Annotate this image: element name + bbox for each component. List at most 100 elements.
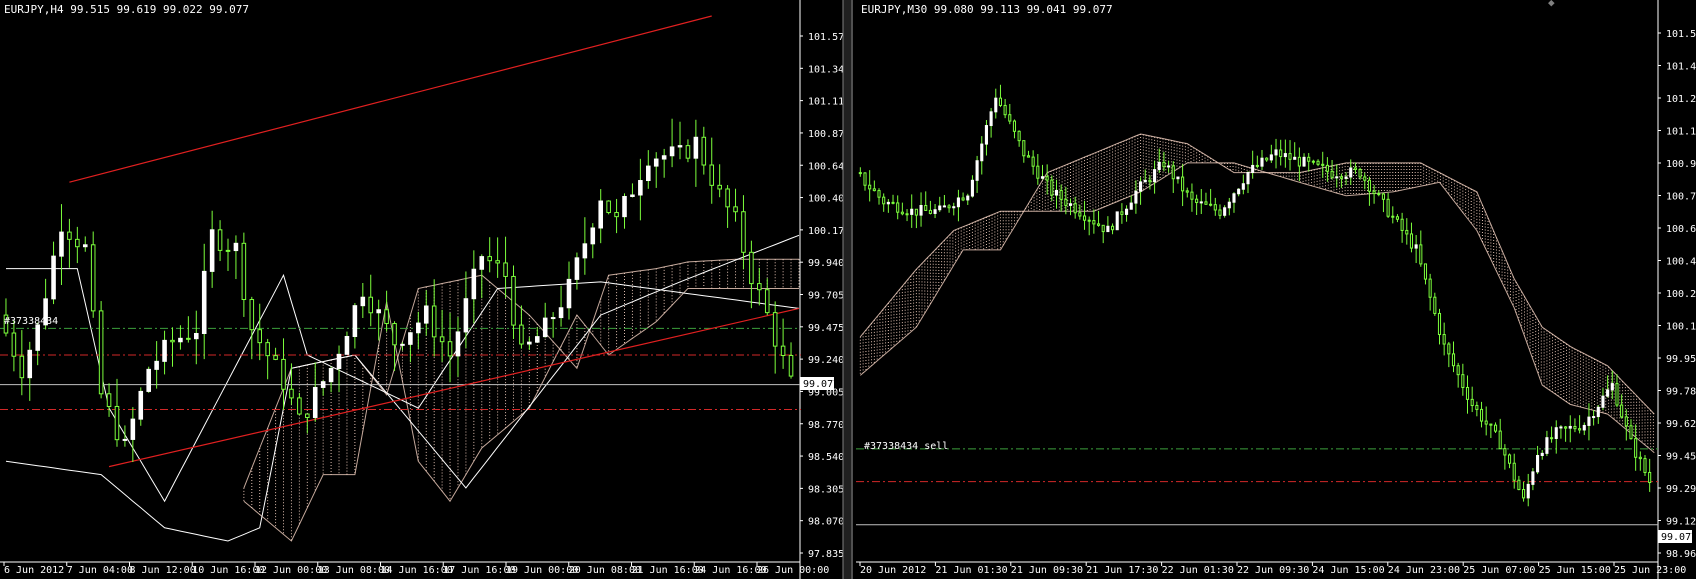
candle-body (1143, 179, 1147, 183)
candle-body (1106, 225, 1110, 233)
price-tick-label: 97.835 (808, 549, 844, 560)
candle-body (1176, 176, 1180, 180)
candle-body (1442, 334, 1446, 345)
candle-body (1185, 190, 1189, 193)
candle-body (1409, 233, 1414, 249)
candle (98, 301, 104, 399)
candle-body (1237, 188, 1241, 195)
candle-body (970, 179, 974, 197)
candle-body (1498, 430, 1502, 450)
price-tick-label: 100.440 (1666, 257, 1696, 268)
candle-body (146, 368, 151, 392)
candle-body (574, 257, 580, 280)
candle-body (1265, 157, 1269, 161)
price-tick-label: 100.935 (1666, 159, 1696, 170)
candle-body (328, 368, 334, 383)
candle-body (1489, 423, 1493, 426)
candle-body (463, 298, 469, 333)
price-tick-label: 98.070 (808, 517, 844, 528)
candle-body (519, 324, 524, 345)
candle-body (1405, 229, 1409, 235)
price-tick-label: 101.595 (1666, 29, 1696, 40)
price-tick-label: 99.455 (1666, 452, 1696, 463)
price-tick-label: 98.305 (808, 484, 844, 495)
candle-body (1437, 312, 1442, 336)
chart-h4-order-label[interactable]: #37338434 (4, 316, 58, 327)
candle-body (1199, 201, 1203, 204)
candle-body (1624, 416, 1628, 427)
candle (1643, 455, 1647, 476)
candle-body (1353, 167, 1357, 171)
price-tick-label: 101.100 (1666, 127, 1696, 138)
candle-body (764, 289, 770, 314)
candle-body (1073, 203, 1077, 214)
candle-body (598, 200, 603, 229)
candle-body (503, 262, 508, 277)
candle-body (1218, 209, 1222, 216)
time-tick-label: 21 Jun 17:30 (1086, 565, 1158, 576)
candle-body (947, 205, 951, 209)
candle-body (297, 397, 302, 415)
candle-body (924, 204, 928, 211)
candle-body (130, 418, 136, 440)
candle-body (1110, 225, 1115, 231)
candle-body (910, 208, 914, 215)
candle-body (693, 136, 699, 159)
candle-body (1550, 437, 1554, 440)
price-tick-label: 99.785 (1666, 387, 1696, 398)
time-tick-label: 24 Jun 15:00 (1312, 565, 1384, 576)
candle-body (447, 341, 453, 357)
chart-m30-time-axis: 20 Jun 2012 21 Jun 01:30 21 Jun 09:30 21 Ju… (859, 562, 1686, 576)
candle-body (1330, 170, 1334, 178)
candle-body (863, 172, 867, 186)
candle-body (431, 305, 437, 338)
candle-body (1325, 164, 1329, 172)
candle-body (741, 211, 746, 253)
candle-body (928, 209, 932, 214)
candle-body (1461, 374, 1465, 388)
candle-body (1274, 149, 1278, 156)
candle-body (1638, 456, 1642, 460)
candle-body (1213, 204, 1217, 211)
candle-body (98, 310, 104, 395)
chart-shift-arrow-icon[interactable]: ◆ (1548, 0, 1555, 9)
candle-body (661, 155, 667, 160)
time-tick-label: 14 Jun 16:00 (381, 565, 453, 576)
candle-body (1578, 428, 1582, 431)
candle-body (896, 202, 900, 213)
candle-body (1026, 155, 1031, 158)
candle-body (638, 180, 643, 196)
candle-body (1610, 383, 1614, 391)
candle-body (1297, 156, 1301, 167)
candle-body (1017, 130, 1021, 142)
chart-h4-time-axis: 6 Jun 2012 7 Jun 04:008 Jun 12:0010 Jun 1… (3, 562, 829, 576)
candle-body (614, 212, 619, 218)
candle-body (1246, 171, 1250, 185)
candle-body (1129, 202, 1133, 210)
candle-body (994, 97, 998, 113)
candle-body (1573, 425, 1577, 430)
candle-body (1367, 179, 1371, 192)
candle-body (669, 146, 675, 157)
candle (606, 200, 611, 215)
candle-body (233, 242, 239, 252)
candle-body (1349, 167, 1353, 178)
candle-body (1335, 176, 1339, 179)
time-tick-label: 8 Jun 12:00 (130, 565, 196, 576)
candle-body (1040, 176, 1045, 179)
time-tick-label: 25 Jun 15:00 (1539, 565, 1611, 576)
candle-body (27, 349, 33, 379)
candle-body (178, 337, 183, 343)
chart-m30-price-axis: 101.595 101.430 101.265 101.100 100.935 100.7… (1658, 29, 1696, 560)
candle-body (1475, 405, 1479, 410)
candle-body (154, 360, 159, 370)
chart-h4[interactable]: 101.575101.340101.110100.875100.640100.4… (0, 0, 850, 579)
chart-m30[interactable]: 101.595 101.430 101.265 101.100 100.935 100.7… (856, 0, 1696, 579)
candle-body (1606, 389, 1610, 397)
candle-body (1153, 169, 1157, 183)
chart-m30-order-label[interactable]: #37338434 sell (864, 441, 948, 452)
candle-body (961, 197, 965, 201)
price-tick-label: 98.540 (808, 452, 844, 463)
candle-body (1101, 224, 1105, 233)
candle-body (1227, 201, 1231, 209)
